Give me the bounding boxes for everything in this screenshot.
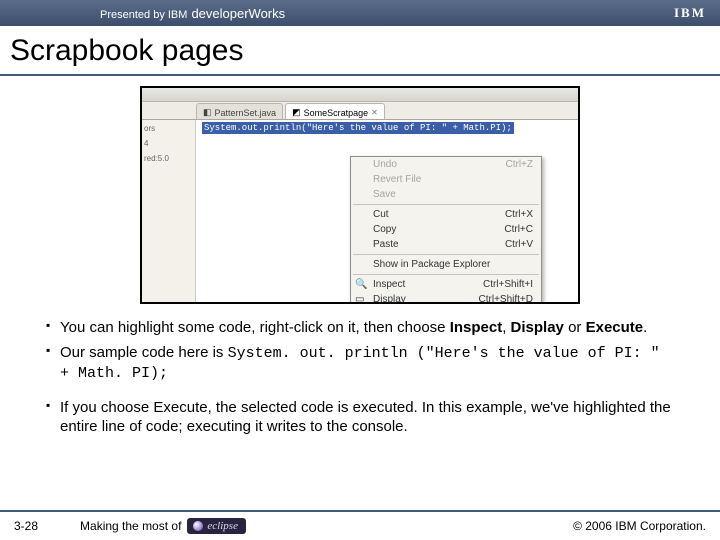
menu-label: Display [373,294,406,304]
gutter-item: 4 [144,139,193,148]
menu-shortcut: Ctrl+V [505,239,533,250]
eclipse-logo: eclipse [187,518,246,534]
menu-display[interactable]: ▭ Display Ctrl+Shift+D [351,292,541,304]
menu-cut[interactable]: Cut Ctrl+X [351,207,541,222]
menu-revert[interactable]: Revert File [351,172,541,187]
copyright: © 2006 IBM Corporation. [573,519,706,533]
menu-paste[interactable]: Paste Ctrl+V [351,237,541,252]
code-editor[interactable]: System.out.println("Here's the value of … [196,120,578,302]
gutter-item: red:5.0 [144,154,193,163]
highlighted-code: System.out.println("Here's the value of … [202,122,514,134]
menu-separator [353,274,539,275]
header-left: Presented by IBM developerWorks [100,6,285,21]
page-title: Scrapbook pages [0,26,720,74]
presented-by: Presented by IBM [100,9,187,21]
bullet-2: Our sample code here is System. out. pri… [46,343,676,383]
inspect-icon: 🔍 [355,279,367,291]
title-underline [0,74,720,76]
menu-save[interactable]: Save [351,187,541,202]
bullet-3: If you choose Execute, the selected code… [46,398,676,436]
screenshot-container: ◧ PatternSet.java ◩ SomeScratpage ✕ ors … [0,86,720,304]
header-bar: Presented by IBM developerWorks IBM [0,0,720,26]
menu-label: Revert File [373,174,421,185]
menu-copy[interactable]: Copy Ctrl+C [351,222,541,237]
editor-body: ors 4 red:5.0 System.out.println("Here's… [142,120,578,302]
outline-gutter: ors 4 red:5.0 [142,120,196,302]
menu-label: Cut [373,209,389,220]
menu-showin[interactable]: Show in Package Explorer [351,257,541,272]
menu-shortcut: Ctrl+Z [506,159,534,170]
editor-toolbar [142,88,578,102]
bullet-list: You can highlight some code, right-click… [0,318,720,436]
menu-label: Undo [373,159,397,170]
context-menu: Undo Ctrl+Z Revert File Save Cut Ctrl+X [350,156,542,304]
menu-separator [353,254,539,255]
menu-label: Paste [373,239,399,250]
menu-shortcut: Ctrl+Shift+I [483,279,533,290]
menu-label: Inspect [373,279,405,290]
editor-tabs: ◧ PatternSet.java ◩ SomeScratpage ✕ [142,102,578,120]
gutter-item: ors [144,124,193,133]
tab-patternset[interactable]: ◧ PatternSet.java [196,103,283,119]
tab-label: PatternSet.java [215,108,277,118]
footer: 3-28 Making the most of eclipse © 2006 I… [0,510,720,540]
menu-shortcut: Ctrl+X [505,209,533,220]
eclipse-orb-icon [193,521,203,531]
menu-inspect[interactable]: 🔍 Inspect Ctrl+Shift+I [351,277,541,292]
tab-scrapbook[interactable]: ◩ SomeScratpage ✕ [285,103,385,119]
menu-undo[interactable]: Undo Ctrl+Z [351,157,541,172]
tab-label: SomeScratpage [304,108,369,118]
scrapbook-icon: ◩ [292,107,301,118]
slide-number: 3-28 [14,519,38,533]
footer-tagline: Making the most of eclipse [80,518,246,534]
bullet-1: You can highlight some code, right-click… [46,318,676,337]
java-file-icon: ◧ [203,107,212,118]
display-icon: ▭ [355,294,367,305]
close-icon[interactable]: ✕ [371,108,378,117]
menu-shortcut: Ctrl+C [504,224,533,235]
ibm-logo: IBM [674,5,706,21]
menu-label: Show in Package Explorer [373,259,490,270]
menu-separator [353,204,539,205]
menu-label: Save [373,189,396,200]
menu-shortcut: Ctrl+Shift+D [479,294,533,304]
eclipse-screenshot: ◧ PatternSet.java ◩ SomeScratpage ✕ ors … [140,86,580,304]
menu-label: Copy [373,224,396,235]
developerworks-label: developerWorks [191,6,285,21]
